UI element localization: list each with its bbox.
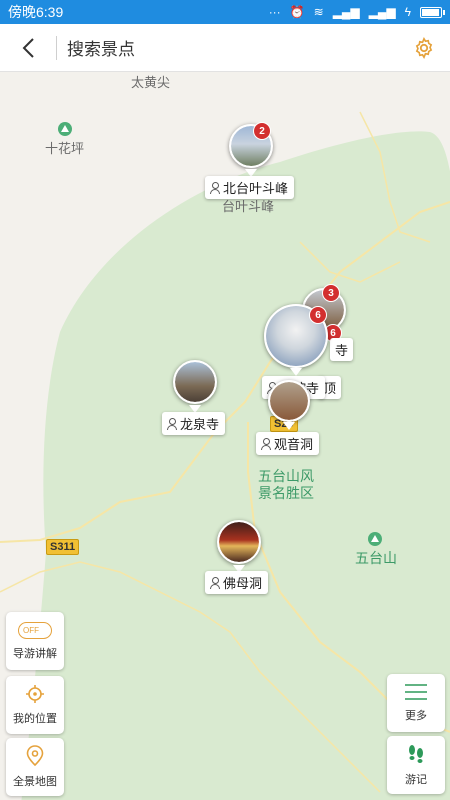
top-bar: 搜索景点 xyxy=(0,24,450,72)
location-pin-icon xyxy=(26,745,44,767)
status-time: 傍晚6:39 xyxy=(8,4,64,20)
signal-icon: ▂▄▆ xyxy=(332,5,360,19)
place-label-wutaishan: 五台山 xyxy=(355,550,397,566)
marker-photo xyxy=(173,360,217,404)
my-location-label: 我的位置 xyxy=(13,713,57,725)
person-icon xyxy=(166,417,177,430)
scenic-area-label-line2: 景名胜区 xyxy=(258,485,314,501)
more-button[interactable]: 更多 xyxy=(387,674,445,732)
marker-pointer xyxy=(283,422,295,430)
marker-label: 佛母洞 xyxy=(205,571,269,594)
place-label-taihuangjian: 太黄尖 xyxy=(131,75,171,90)
alarm-icon: ⏰ xyxy=(289,5,305,19)
gear-icon xyxy=(415,36,433,59)
my-location-button[interactable]: 我的位置 xyxy=(6,676,64,734)
marker-label-text: 北台叶斗峰 xyxy=(223,181,289,196)
marker-count-badge: 6 xyxy=(309,306,327,324)
crosshair-icon xyxy=(26,685,44,703)
marker-photo xyxy=(217,520,261,564)
toggle-switch[interactable]: OFF xyxy=(18,621,52,639)
marker-pointer xyxy=(290,368,302,376)
toggle-state: OFF xyxy=(23,625,39,635)
back-button[interactable] xyxy=(0,24,56,72)
guide-toggle-button[interactable]: OFF 导游讲解 xyxy=(6,612,64,670)
marker-count-badge: 3 xyxy=(322,284,340,302)
charging-icon: ϟ xyxy=(404,5,411,19)
marker-label: 龙泉寺 xyxy=(162,412,226,435)
marker-count-badge: 2 xyxy=(253,122,271,140)
more-label: 更多 xyxy=(405,710,427,722)
wifi-icon: ≋ xyxy=(313,5,324,19)
signal2-icon: ▂▄▆ xyxy=(368,5,396,19)
marker-label: 北台叶斗峰 xyxy=(205,176,295,199)
menu-icon xyxy=(405,684,427,700)
person-icon xyxy=(209,181,220,194)
road-tag-s311: S311 xyxy=(46,539,80,555)
status-icons: ··· ⏰ ≋ ▂▄▆ ▂▄▆ ϟ xyxy=(268,5,445,19)
person-icon xyxy=(209,576,220,589)
footprints-icon xyxy=(409,745,423,763)
marker-label-partial: 寺 xyxy=(330,338,354,361)
status-bar: 傍晚6:39 ··· ⏰ ≋ ▂▄▆ ▂▄▆ ϟ xyxy=(0,0,450,24)
map-view[interactable]: 太黄尖 十花坪 台叶斗峰 五台山风 景名胜区 五台山 S311 S20 2 北台… xyxy=(0,72,450,800)
marker-label-text: 龙泉寺 xyxy=(180,417,220,432)
person-icon xyxy=(260,437,271,450)
full-map-label: 全景地图 xyxy=(13,776,57,788)
travel-notes-label: 游记 xyxy=(405,774,427,786)
settings-button[interactable] xyxy=(398,24,450,72)
search-input[interactable]: 搜索景点 xyxy=(57,35,398,60)
battery-icon xyxy=(420,6,445,18)
mountain-poi-icon xyxy=(368,532,382,546)
marker-photo xyxy=(268,380,310,422)
guide-label: 导游讲解 xyxy=(13,647,57,660)
scenic-area-label-line1: 五台山风 xyxy=(258,468,314,484)
back-arrow-icon xyxy=(22,37,34,58)
marker-label: 观音洞 xyxy=(256,432,320,455)
place-label-shihuaping: 十花坪 xyxy=(45,141,85,156)
full-map-button[interactable]: 全景地图 xyxy=(6,738,64,796)
marker-label-text: 观音洞 xyxy=(274,437,314,452)
travel-notes-button[interactable]: 游记 xyxy=(387,736,445,794)
mountain-poi-icon xyxy=(58,122,72,136)
more-dots-icon: ··· xyxy=(268,5,281,19)
scenic-area-label: 五台山风 景名胜区 xyxy=(258,468,314,502)
marker-label-text: 佛母洞 xyxy=(223,576,263,591)
